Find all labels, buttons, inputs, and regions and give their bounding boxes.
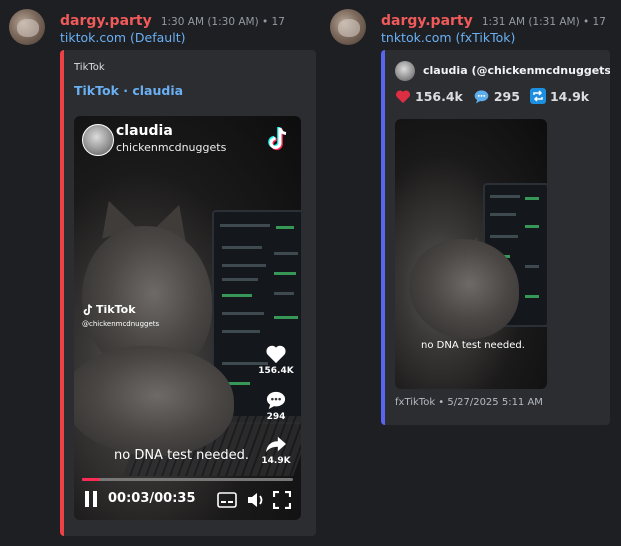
message-link[interactable]: tnktok.com (fxTikTok) [381, 30, 515, 45]
message-tiktok-default: dargy.party 1:30 AM (1:30 AM) • 17 tikto… [0, 0, 320, 546]
pause-icon[interactable] [84, 490, 98, 508]
screen-line [222, 330, 260, 333]
message-fxtiktok: dargy.party 1:31 AM (1:31 AM) • 17 tnkto… [320, 0, 621, 546]
embed-card: claudia (@chickenmcdnuggets) 156.4k 295 … [381, 50, 610, 425]
screen-line [490, 213, 516, 216]
share-count: 14.9K [261, 456, 291, 466]
share-stat[interactable]: 14.9K [256, 434, 296, 466]
timestamp: 1:31 AM (1:31 AM) • 17 [481, 16, 606, 28]
tiktok-logo-icon [268, 127, 287, 151]
creator-handle: chickenmcdnuggets [116, 141, 227, 154]
author-avatar[interactable] [395, 61, 415, 81]
speech-bubble-icon [474, 89, 489, 103]
screen-line [525, 265, 539, 268]
comment-count: 295 [493, 88, 520, 104]
embed-card: TikTok TikTok · claudia claudia chickenm… [60, 50, 316, 536]
repeat-icon [529, 88, 546, 104]
screen-line [222, 264, 266, 267]
like-stat[interactable]: 156.4K [256, 344, 296, 376]
comment-count: 294 [266, 412, 286, 422]
screen-line [274, 272, 296, 275]
volume-icon[interactable] [246, 491, 266, 509]
like-count: 156.4K [258, 366, 294, 376]
heart-icon [395, 89, 411, 103]
comment-stat[interactable]: 294 [256, 390, 296, 422]
username[interactable]: dargy.party [381, 13, 473, 29]
screen-line [222, 246, 262, 249]
creator-display-name[interactable]: claudia [116, 123, 173, 139]
watermark-label: TikTok [96, 303, 136, 316]
share-arrow-icon [266, 436, 286, 453]
screen-line [276, 226, 294, 229]
screen-line [222, 294, 252, 297]
embed-title[interactable]: TikTok · claudia [74, 83, 183, 98]
embed-footer: fxTikTok • 5/27/2025 5:11 AM [395, 397, 543, 408]
creator-avatar[interactable] [82, 124, 114, 156]
video-progress-fill [82, 478, 101, 481]
screen-line [274, 292, 294, 295]
tiktok-video-player[interactable]: claudia chickenmcdnuggets TikTok @chicke… [74, 116, 301, 520]
watermark-handle: @chickenmcdnuggets [82, 320, 160, 328]
cat-body [74, 346, 234, 456]
screen-line [490, 235, 518, 238]
video-time: 00:03/00:35 [108, 491, 196, 506]
video-thumbnail[interactable]: no DNA test needed. [395, 119, 547, 389]
screen-line [220, 224, 270, 227]
user-avatar[interactable] [330, 9, 366, 45]
embed-author[interactable]: claudia (@chickenmcdnuggets) [423, 64, 610, 77]
captions-icon[interactable] [217, 492, 237, 508]
screen-line [525, 197, 539, 200]
heart-icon [266, 345, 286, 364]
message-header: dargy.party 1:31 AM (1:31 AM) • 17 [381, 10, 606, 29]
tiktok-watermark-icon [83, 304, 93, 316]
message-header: dargy.party 1:30 AM (1:30 AM) • 17 [60, 10, 285, 29]
embed-accent-bar [60, 50, 64, 536]
timestamp: 1:30 AM (1:30 AM) • 17 [160, 16, 285, 28]
screen-line [222, 278, 258, 281]
screen-line [525, 295, 539, 298]
video-caption: no DNA test needed. [114, 448, 250, 463]
screen-line [274, 252, 298, 255]
embed-accent-bar [381, 50, 385, 425]
screen-line [490, 195, 520, 198]
screen-line [525, 225, 539, 228]
screen-line [222, 312, 264, 315]
embed-stats: 156.4k 295 14.9k [395, 88, 589, 104]
message-link[interactable]: tiktok.com (Default) [60, 30, 185, 45]
comment-icon [266, 391, 286, 410]
fullscreen-icon[interactable] [273, 491, 291, 509]
video-progress-bar[interactable] [82, 478, 293, 481]
embed-provider: TikTok [74, 62, 105, 73]
screen-line [274, 316, 298, 319]
video-caption: no DNA test needed. [421, 340, 525, 351]
like-count: 156.4k [415, 88, 463, 104]
share-count: 14.9k [549, 88, 590, 104]
user-avatar[interactable] [9, 9, 45, 45]
username[interactable]: dargy.party [60, 13, 152, 29]
cat-head [409, 239, 519, 339]
